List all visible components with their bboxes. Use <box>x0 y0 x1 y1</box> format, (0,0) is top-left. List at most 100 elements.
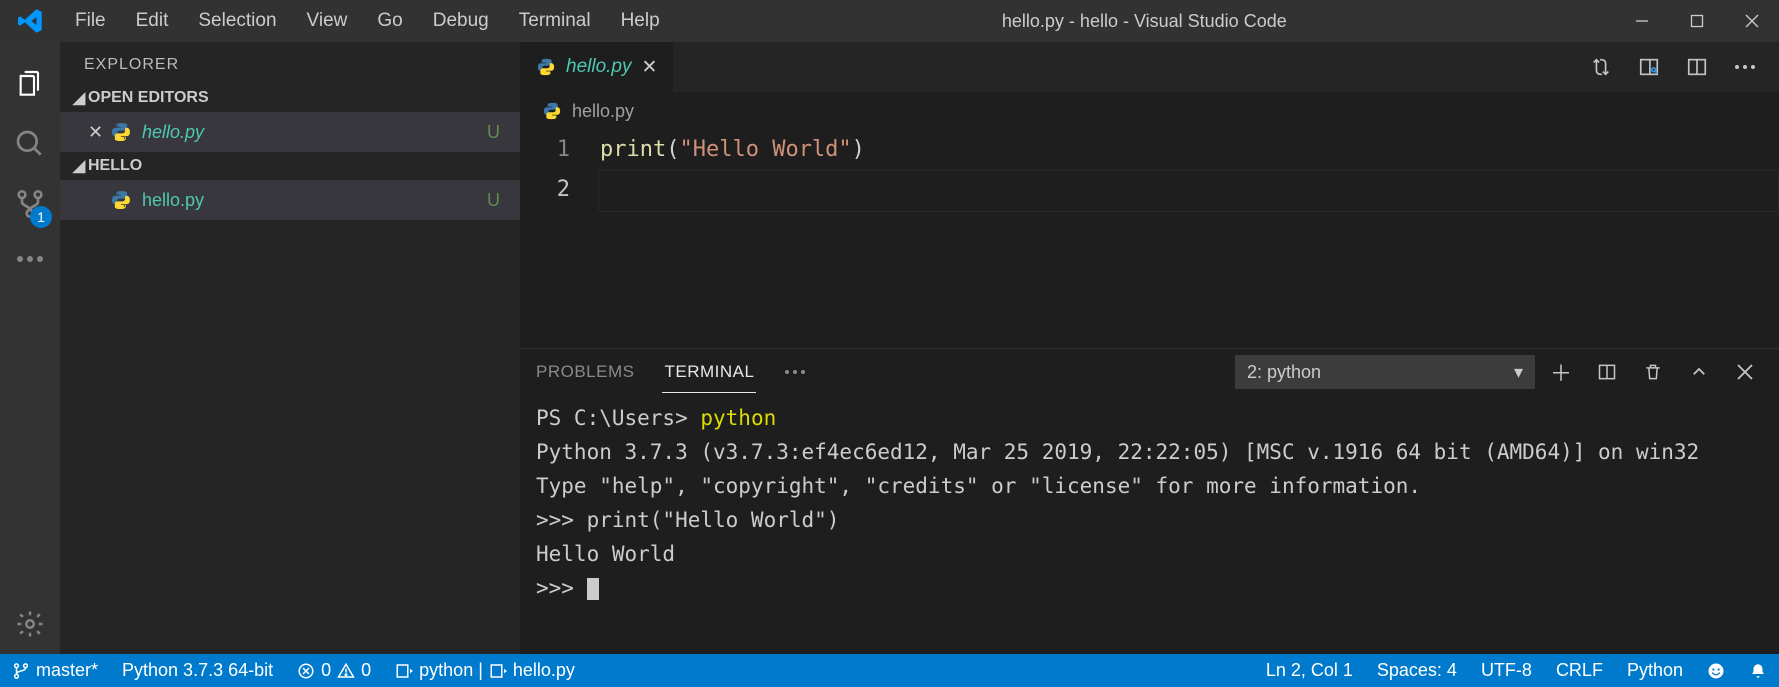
search-icon[interactable] <box>0 114 60 174</box>
status-encoding[interactable]: UTF-8 <box>1469 654 1544 687</box>
menu-go[interactable]: Go <box>362 0 417 42</box>
explorer-icon[interactable] <box>0 54 60 114</box>
terminal-line: Type "help", "copyright", "credits" or "… <box>536 474 1421 498</box>
terminal-select[interactable]: 2: python▾ <box>1235 355 1535 389</box>
status-run-label: python | <box>419 660 483 681</box>
bottom-panel: PROBLEMS TERMINAL 2: python▾ ＋ PS C:\Use… <box>520 348 1779 654</box>
status-errors-count: 0 <box>321 660 331 681</box>
editor-actions <box>1579 42 1779 92</box>
status-python[interactable]: Python 3.7.3 64-bit <box>110 654 285 687</box>
terminal-line: Python 3.7.3 (v3.7.3:ef4ec6ed12, Mar 25 … <box>536 440 1699 464</box>
open-editors-header[interactable]: ◢ OPEN EDITORS <box>60 84 520 112</box>
python-file-icon <box>110 189 132 211</box>
breadcrumb[interactable]: hello.py <box>520 92 1779 130</box>
folder-header[interactable]: ◢ HELLO <box>60 152 520 180</box>
open-editors-label: OPEN EDITORS <box>88 89 209 107</box>
chevron-down-icon: ◢ <box>70 88 88 108</box>
close-panel-icon[interactable] <box>1725 352 1765 392</box>
menu-file[interactable]: File <box>60 0 121 42</box>
chevron-down-icon: ◢ <box>70 156 88 176</box>
code-token: ( <box>666 137 679 162</box>
breadcrumb-label: hello.py <box>572 101 634 122</box>
code-token: "Hello World" <box>679 137 851 162</box>
folder-label: HELLO <box>88 157 142 175</box>
terminal-output[interactable]: PS C:\Users> python Python 3.7.3 (v3.7.3… <box>520 395 1779 654</box>
editor-area: hello.py ✕ hello.py 1 2 print("Hello Wor… <box>520 42 1779 654</box>
window-title: hello.py - hello - Visual Studio Code <box>675 11 1614 32</box>
play-icon <box>489 662 507 680</box>
error-icon <box>297 662 315 680</box>
menu-terminal[interactable]: Terminal <box>504 0 606 42</box>
status-problems[interactable]: 0 0 <box>285 654 383 687</box>
source-control-icon[interactable]: 1 <box>0 174 60 234</box>
python-file-icon <box>542 101 562 121</box>
close-window-button[interactable] <box>1724 0 1779 42</box>
terminal-command: python <box>700 406 776 430</box>
editor-tab-label: hello.py <box>566 56 632 78</box>
menu-help[interactable]: Help <box>606 0 675 42</box>
open-preview-icon[interactable] <box>1627 45 1671 89</box>
editor-tab[interactable]: hello.py ✕ <box>520 42 673 92</box>
file-tree-filename: hello.py <box>142 190 487 211</box>
status-feedback-icon[interactable] <box>1695 654 1737 687</box>
line-gutter: 1 2 <box>520 130 600 348</box>
status-run-file: hello.py <box>513 660 575 681</box>
status-spaces[interactable]: Spaces: 4 <box>1365 654 1469 687</box>
chevron-down-icon: ▾ <box>1514 362 1523 383</box>
split-editor-icon[interactable] <box>1675 45 1719 89</box>
file-tree-status: U <box>487 190 500 211</box>
python-file-icon <box>110 121 132 143</box>
title-bar: File Edit Selection View Go Debug Termin… <box>0 0 1779 42</box>
terminal-line: >>> print("Hello World") <box>536 508 839 532</box>
panel-tab-more-icon[interactable] <box>782 359 808 385</box>
terminal-line: PS C:\Users> <box>536 406 700 430</box>
status-branch[interactable]: master* <box>0 654 110 687</box>
settings-gear-icon[interactable] <box>0 594 60 654</box>
terminal-line: >>> <box>536 576 587 600</box>
new-terminal-icon[interactable]: ＋ <box>1541 352 1581 392</box>
more-actions-icon[interactable] <box>1723 45 1767 89</box>
panel-tab-problems[interactable]: PROBLEMS <box>534 352 636 393</box>
status-bell-icon[interactable] <box>1737 654 1779 687</box>
editor-tab-bar: hello.py ✕ <box>520 42 1779 92</box>
code-editor[interactable]: 1 2 print("Hello World") <box>520 130 1779 348</box>
menu-selection[interactable]: Selection <box>183 0 291 42</box>
kill-terminal-icon[interactable] <box>1633 352 1673 392</box>
code-body[interactable]: print("Hello World") <box>600 130 1779 348</box>
menu-view[interactable]: View <box>292 0 363 42</box>
file-tree-item[interactable]: hello.py U <box>60 180 520 220</box>
compare-changes-icon[interactable] <box>1579 45 1623 89</box>
split-terminal-icon[interactable] <box>1587 352 1627 392</box>
close-tab-icon[interactable]: ✕ <box>642 56 658 79</box>
line-number: 2 <box>520 170 570 210</box>
status-branch-label: master* <box>36 660 98 681</box>
scm-badge: 1 <box>30 206 52 228</box>
panel-tab-terminal[interactable]: TERMINAL <box>662 352 756 393</box>
terminal-line: Hello World <box>536 542 675 566</box>
status-lncol[interactable]: Ln 2, Col 1 <box>1254 654 1365 687</box>
status-warnings-count: 0 <box>361 660 371 681</box>
terminal-cursor <box>587 578 599 600</box>
menu-bar: File Edit Selection View Go Debug Termin… <box>60 0 675 42</box>
status-eol[interactable]: CRLF <box>1544 654 1615 687</box>
play-icon <box>395 662 413 680</box>
activity-bar: 1 <box>0 42 60 654</box>
status-run[interactable]: python | hello.py <box>383 654 587 687</box>
code-token: ) <box>852 137 865 162</box>
sidebar-title: EXPLORER <box>60 42 520 84</box>
vscode-logo-icon <box>0 8 60 34</box>
menu-edit[interactable]: Edit <box>121 0 184 42</box>
window-controls <box>1614 0 1779 42</box>
menu-debug[interactable]: Debug <box>418 0 504 42</box>
status-bar: master* Python 3.7.3 64-bit 0 0 python |… <box>0 654 1779 687</box>
warning-icon <box>337 662 355 680</box>
maximize-button[interactable] <box>1669 0 1724 42</box>
close-editor-icon[interactable]: ✕ <box>88 122 110 143</box>
minimize-button[interactable] <box>1614 0 1669 42</box>
python-file-icon <box>536 57 556 77</box>
open-editor-item[interactable]: ✕ hello.py U <box>60 112 520 152</box>
more-icon[interactable] <box>0 234 60 284</box>
maximize-panel-icon[interactable] <box>1679 352 1719 392</box>
status-language[interactable]: Python <box>1615 654 1695 687</box>
code-token: print <box>600 137 666 162</box>
